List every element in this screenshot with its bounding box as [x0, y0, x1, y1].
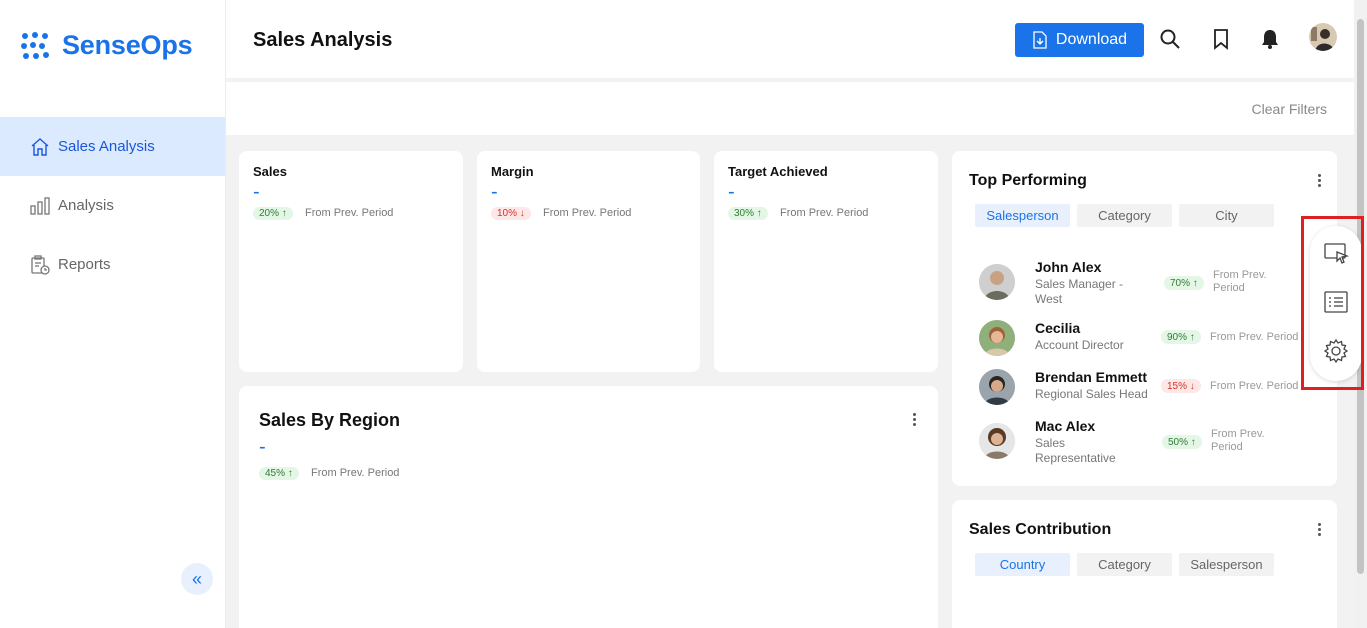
avatar-image: [1309, 23, 1337, 51]
card-title: Sales Contribution: [969, 521, 1112, 538]
kpi-card-target-achieved: Target Achieved - 30% ↑ From Prev. Perio…: [714, 151, 938, 372]
change-note: From Prev. Period: [780, 207, 869, 219]
download-file-icon: [1033, 31, 1047, 49]
download-label: Download: [1055, 31, 1128, 48]
kpi-card-sales: Sales - 20% ↑ From Prev. Period: [239, 151, 463, 372]
performer-name: Cecilia: [1035, 320, 1081, 336]
performer-name: Brendan Emmett: [1035, 369, 1148, 385]
performer-role: Regional Sales Head: [1035, 387, 1148, 401]
more-options-icon[interactable]: [913, 413, 917, 428]
change-note: From Prev. Period: [1211, 428, 1265, 453]
change-note: From Prev. Period: [311, 467, 400, 479]
tab-salesperson[interactable]: Salesperson: [975, 204, 1070, 227]
change-badge: 10% ↓: [491, 207, 531, 220]
performer-role: Sales Representative: [1035, 436, 1116, 465]
more-options-icon[interactable]: [1318, 174, 1322, 189]
search-icon[interactable]: [1159, 28, 1181, 50]
avatar: [979, 423, 1015, 459]
card-title: Top Performing: [969, 172, 1087, 189]
kpi-card-margin: Margin - 10% ↓ From Prev. Period: [477, 151, 700, 372]
change-badge: 50% ↑: [1162, 435, 1202, 449]
card-title: Sales By Region: [259, 410, 401, 430]
sidebar-item-label: Reports: [58, 256, 111, 273]
change-note: From Prev. Period: [1213, 269, 1267, 294]
tab-city[interactable]: City: [1179, 204, 1274, 227]
sidebar-item-analysis[interactable]: Analysis: [0, 176, 225, 235]
home-icon: [31, 137, 49, 156]
bar-chart-icon: [30, 196, 50, 215]
double-chevron-left-icon: «: [191, 568, 202, 589]
brand-name: SenseOps: [62, 30, 193, 60]
collapse-sidebar-button[interactable]: «: [181, 563, 213, 595]
sales-contribution-card: Sales Contribution Country Category Sale…: [952, 500, 1337, 628]
change-badge: 20% ↑: [253, 207, 293, 220]
bell-icon[interactable]: [1259, 28, 1281, 50]
kpi-value: -: [491, 181, 498, 203]
avatar: [979, 264, 1015, 300]
more-options-icon[interactable]: [1318, 523, 1322, 538]
performer-name: Mac Alex: [1035, 418, 1096, 434]
logo-icon: [21, 31, 49, 59]
kpi-title: Sales: [253, 164, 287, 179]
change-note: From Prev. Period: [1210, 380, 1299, 392]
filter-bar: Clear Filters: [226, 82, 1354, 135]
download-button[interactable]: Download: [1015, 23, 1144, 57]
performer-role: Sales Manager - West: [1035, 277, 1124, 306]
top-performing-card: Top Performing Salesperson Category City…: [952, 151, 1337, 486]
performer-role: Account Director: [1035, 338, 1124, 352]
change-badge: 70% ↑: [1164, 276, 1204, 290]
performer-name: John Alex: [1035, 259, 1102, 275]
change-badge: 30% ↑: [728, 207, 768, 220]
sidebar-item-label: Analysis: [58, 197, 114, 214]
tab-category[interactable]: Category: [1077, 204, 1172, 227]
kpi-title: Target Achieved: [728, 164, 828, 179]
sidebar-item-label: Sales Analysis: [58, 138, 155, 155]
kpi-title: Margin: [491, 164, 534, 179]
user-avatar[interactable]: [1309, 23, 1337, 51]
sales-by-region-card: Sales By Region - 45% ↑ From Prev. Perio…: [239, 386, 938, 628]
tab-country[interactable]: Country: [975, 553, 1070, 576]
change-badge: 45% ↑: [259, 467, 299, 480]
kpi-value: -: [728, 181, 735, 203]
tab-salesperson[interactable]: Salesperson: [1179, 553, 1274, 576]
tab-category[interactable]: Category: [1077, 553, 1172, 576]
sidebar-nav: Sales Analysis Analysis Reports: [0, 117, 225, 294]
clear-filters-link[interactable]: Clear Filters: [1252, 101, 1327, 117]
sidebar: SenseOps Sales Analysis Analysis Reports…: [0, 0, 226, 628]
avatar: [979, 369, 1015, 405]
kpi-value: -: [253, 181, 260, 203]
bookmark-icon[interactable]: [1210, 28, 1232, 50]
highlight-box: [1301, 216, 1364, 390]
change-note: From Prev. Period: [305, 207, 394, 219]
header: Sales Analysis Download: [226, 0, 1354, 78]
page-title: Sales Analysis: [253, 29, 393, 51]
sidebar-item-reports[interactable]: Reports: [0, 235, 225, 294]
avatar: [979, 320, 1015, 356]
change-badge: 90% ↑: [1161, 330, 1201, 344]
change-note: From Prev. Period: [543, 207, 632, 219]
sidebar-item-sales-analysis[interactable]: Sales Analysis: [0, 117, 225, 176]
change-note: From Prev. Period: [1210, 331, 1299, 343]
change-badge: 15% ↓: [1161, 379, 1201, 393]
brand[interactable]: SenseOps: [20, 30, 193, 61]
clipboard-report-icon: [31, 254, 50, 275]
region-value: -: [259, 436, 266, 458]
